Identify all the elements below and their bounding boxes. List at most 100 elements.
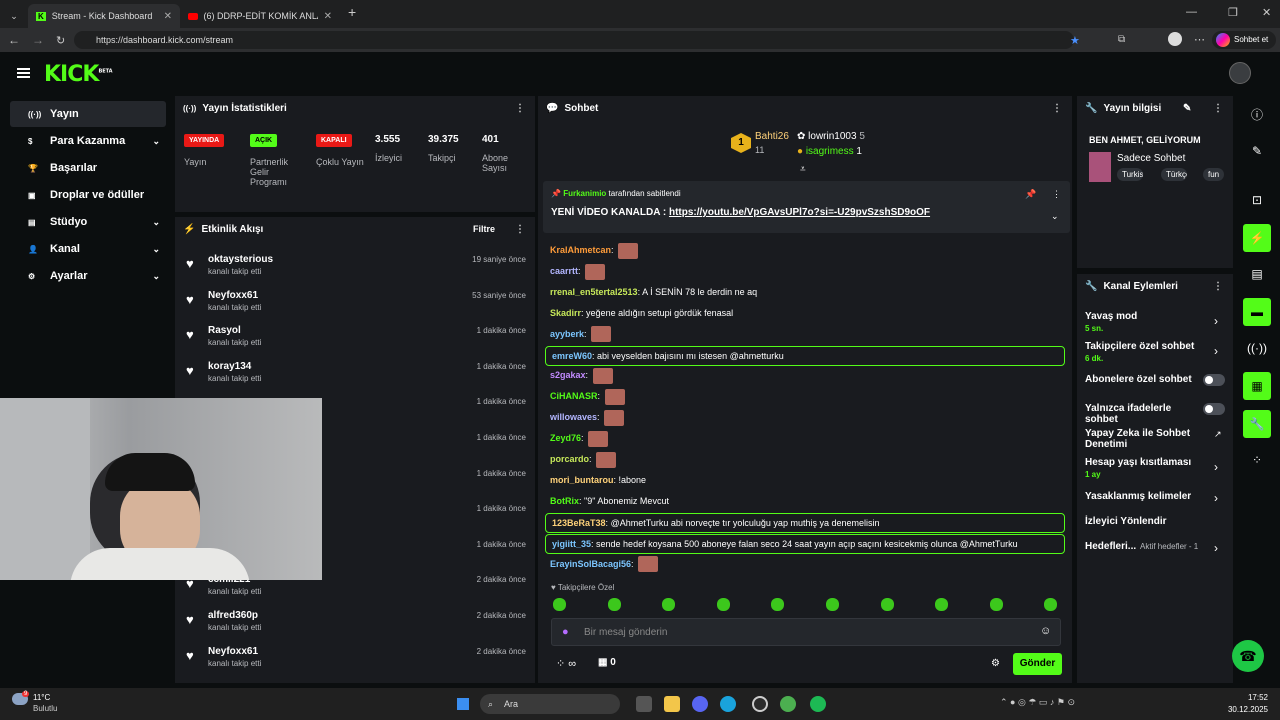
chevron-right-icon[interactable]: › (1214, 491, 1218, 505)
activity-user[interactable]: koray134 (208, 361, 251, 372)
chevron-right-icon[interactable]: › (1214, 541, 1218, 555)
kick-logo[interactable]: KICKBETA (44, 62, 113, 87)
user-avatar[interactable] (1229, 62, 1251, 84)
layout-icon[interactable]: ▦ (1243, 372, 1271, 400)
profile-avatar[interactable] (1168, 32, 1182, 46)
sidebar-item-2[interactable]: 🏆 Başarılar (10, 155, 166, 181)
broadcast-icon[interactable]: ((·)) (1243, 334, 1271, 362)
chevron-right-icon[interactable]: › (1214, 460, 1218, 474)
pinned-menu-icon[interactable]: ⋮ (1052, 189, 1061, 200)
tools-icon[interactable]: 🔧 (1243, 410, 1271, 438)
chat-menu-icon[interactable]: ⋮ (1052, 103, 1062, 114)
chat-username[interactable]: emreW60 (552, 351, 592, 361)
emote-shortcut[interactable] (989, 598, 1003, 611)
chevron-right-icon[interactable]: › (1214, 314, 1218, 328)
weather-temp[interactable]: 11°C (33, 693, 50, 702)
close-tab-icon[interactable]: ✕ (324, 11, 332, 22)
chat-username[interactable]: KralAhmetcan (550, 245, 611, 255)
discord-icon[interactable] (692, 696, 708, 712)
notes-icon[interactable]: ▤ (1243, 260, 1271, 288)
channel-action[interactable]: Hesap yaşı kısıtlaması 1 ay (1085, 457, 1203, 479)
sidebar-item-0[interactable]: ((·)) Yayın (10, 101, 166, 127)
edit-icon[interactable]: ✎ (1183, 103, 1191, 114)
chat-username[interactable]: caarrtt (550, 266, 578, 276)
toggle-switch[interactable] (1203, 374, 1225, 386)
edit-icon[interactable]: ✎ (1243, 137, 1271, 165)
back-icon[interactable]: ← (8, 33, 20, 47)
activity-user[interactable]: Rasyol (208, 325, 241, 336)
info-menu-icon[interactable]: ⋮ (1213, 103, 1223, 114)
actions-menu-icon[interactable]: ⋮ (1213, 281, 1223, 292)
activity-menu-icon[interactable]: ⋮ (515, 224, 525, 235)
chat-username[interactable]: 123BeRaT38 (552, 518, 606, 528)
tag-chip[interactable]: fun (1203, 168, 1225, 181)
channel-action[interactable]: Abonelere özel sohbet (1085, 374, 1203, 385)
chat-username[interactable]: porcardo (550, 454, 589, 464)
category-name[interactable]: Sadece Sohbet (1117, 153, 1185, 164)
chat-username[interactable]: CiHANASR (550, 391, 598, 401)
filter-button[interactable]: Filtre (473, 224, 495, 234)
sidebar-item-6[interactable]: ⚙ Ayarlar ⌄ (10, 263, 166, 289)
stats-menu-icon[interactable]: ⋮ (515, 103, 525, 114)
chevron-down-icon[interactable]: ⌄ (152, 217, 160, 228)
leader-name[interactable]: isagrimess (806, 146, 854, 157)
chat-settings-icon[interactable]: ⚙ (991, 658, 1000, 669)
channel-action[interactable]: Yalnızca ifadelerle sohbet (1085, 403, 1203, 425)
chevron-down-icon[interactable]: ⌄ (152, 136, 160, 147)
pinned-by-user[interactable]: Furkanimio (563, 189, 606, 198)
taskbar-search[interactable]: ⌕ Ara (480, 694, 620, 714)
emote-shortcut[interactable] (553, 598, 566, 611)
channel-action[interactable]: Yapay Zeka ile Sohbet Denetimi (1085, 428, 1203, 450)
channel-action[interactable]: Takipçilere özel sohbet 6 dk. (1085, 341, 1203, 363)
support-chat-button[interactable]: ☎ (1232, 640, 1264, 672)
activity-user[interactable]: oktaysterious (208, 254, 273, 265)
reload-icon[interactable]: ↻ (56, 34, 65, 47)
mic-icon[interactable]: ● (562, 626, 569, 638)
clock-time[interactable]: 17:52 (1228, 693, 1268, 702)
chat-username[interactable]: ErayinSolBacagi56 (550, 559, 631, 569)
chat-username[interactable]: Skadirr (550, 308, 581, 318)
lightning-icon[interactable]: ⚡ (1243, 224, 1271, 252)
tray-icons[interactable]: ⌃ ● ◎ ☂ ▭ ♪ ⚑ ⊙ (1000, 697, 1075, 708)
emoji-icon[interactable]: ☺ (1040, 625, 1051, 637)
unpin-icon[interactable]: 📌 (1025, 189, 1036, 200)
emote-shortcut[interactable] (826, 598, 839, 611)
edge-icon[interactable] (720, 696, 736, 712)
emote-shortcut[interactable] (935, 598, 949, 611)
external-link-icon[interactable]: ↗ (1214, 429, 1222, 440)
chat-username[interactable]: ayyberk (550, 329, 584, 339)
points-icon[interactable]: ⁘ (1243, 446, 1271, 474)
info-icon[interactable]: ⓘ (1243, 100, 1271, 128)
emote-shortcut[interactable] (607, 598, 621, 611)
chat-username[interactable]: yigiitt_35 (552, 539, 591, 549)
activity-user[interactable]: Neyfoxx61 (208, 290, 258, 301)
chat-username[interactable]: rrenal_en5tertal2513 (550, 287, 638, 297)
menu-icon[interactable] (17, 68, 30, 78)
window-close-icon[interactable]: ✕ (1262, 6, 1271, 19)
chat-icon[interactable]: ▬ (1243, 298, 1271, 326)
send-button[interactable]: Gönder (1013, 653, 1062, 675)
pinned-link[interactable]: https://youtu.be/VpGAvsUPl7o?si=-U29pvSz… (669, 207, 930, 218)
channel-action[interactable]: İzleyici Yönlendir (1085, 516, 1203, 527)
leader-name[interactable]: lowrin1003 (808, 131, 856, 142)
leader-name[interactable]: Bahti26 (755, 131, 789, 142)
chevron-down-icon[interactable]: ⌄ (152, 271, 160, 282)
obs-icon[interactable] (752, 696, 768, 712)
file-explorer-icon[interactable] (664, 696, 680, 712)
emote-shortcut[interactable] (880, 598, 894, 611)
sidebar-item-4[interactable]: ▤ Stüdyo ⌄ (10, 209, 166, 235)
chat-input[interactable]: ● Bir mesaj gönderin ☺ (551, 618, 1061, 646)
chat-username[interactable]: willowaves (550, 412, 597, 422)
more-icon[interactable]: ⋯ (1194, 33, 1205, 46)
copilot-button[interactable]: Sohbet et (1212, 31, 1276, 49)
favorite-star-icon[interactable]: ★ (1070, 34, 1080, 47)
chrome-icon[interactable] (780, 696, 796, 712)
expand-leaders-icon[interactable]: ⩡ (800, 164, 806, 175)
tab-list-icon[interactable]: ⌄ (0, 4, 28, 28)
forward-icon[interactable]: → (32, 33, 44, 47)
maximize-icon[interactable]: ❐ (1228, 6, 1238, 19)
activity-user[interactable]: alfred360p (208, 610, 258, 621)
activity-user[interactable]: Neyfoxx61 (208, 646, 258, 657)
chat-username[interactable]: mori_buntarou (550, 475, 614, 485)
sidebar-item-3[interactable]: ▣ Droplar ve ödüller (10, 182, 166, 208)
